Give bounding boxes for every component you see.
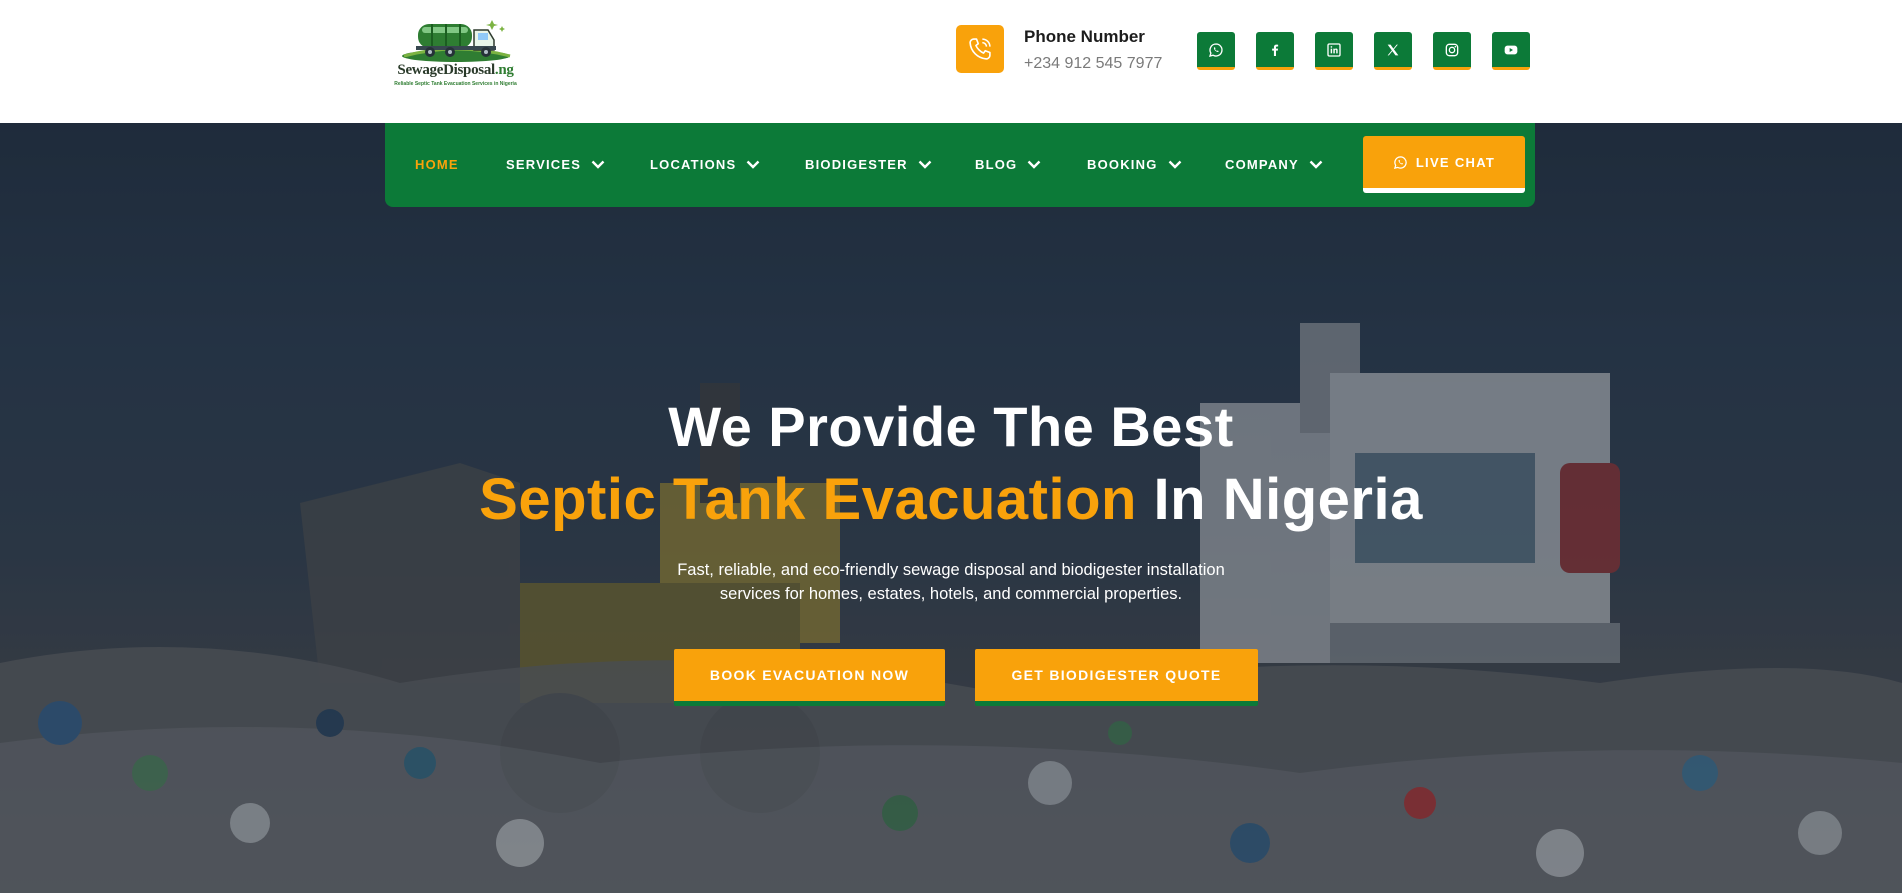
septic-truck-logo-icon (402, 20, 511, 62)
whatsapp-link[interactable] (1197, 32, 1235, 70)
nav-item-booking[interactable]: BOOKING (1087, 157, 1182, 172)
linkedin-link[interactable] (1315, 32, 1353, 70)
whatsapp-icon (1393, 155, 1407, 169)
instagram-icon (1445, 43, 1459, 56)
biodigester-quote-button[interactable]: GET BIODIGESTER QUOTE (975, 649, 1258, 706)
nav-item-locations[interactable]: LOCATIONS (650, 157, 760, 172)
linkedin-icon (1327, 42, 1341, 57)
hero-subtitle: Fast, reliable, and eco-friendly sewage … (677, 561, 1225, 603)
phone-label: Phone Number (1024, 27, 1145, 46)
x-twitter-icon (1387, 44, 1399, 55)
chevron-down-icon (1168, 160, 1181, 169)
youtube-icon (1504, 45, 1518, 54)
whatsapp-icon (1209, 42, 1223, 57)
youtube-link[interactable] (1492, 32, 1530, 70)
phone-icon-box[interactable] (956, 25, 1004, 73)
phone-icon (969, 38, 991, 60)
facebook-link[interactable] (1256, 32, 1294, 70)
nav-item-home[interactable]: HOME (415, 157, 459, 172)
hero-section: We Provide The Best Septic Tank Evacuati… (0, 123, 1902, 893)
site-logo[interactable]: SewageDisposal.ng Reliable Septic Tank E… (388, 12, 523, 92)
hero-headline-line2: Septic Tank Evacuation In Nigeria (0, 466, 1902, 533)
logo-tagline: Reliable Septic Tank Evacuation Services… (394, 81, 517, 87)
live-chat-label: LIVE CHAT (1415, 154, 1496, 170)
top-header: SewageDisposal.ng Reliable Septic Tank E… (0, 0, 1902, 123)
hero-headline-accent: Septic Tank Evacuation (479, 467, 1137, 532)
nav-item-blog[interactable]: BLOG (975, 157, 1041, 172)
hero-headline-rest: In Nigeria (1136, 467, 1423, 532)
nav-item-services[interactable]: SERVICES (506, 157, 605, 172)
phone-number[interactable]: +234 912 545 7977 (1024, 55, 1162, 73)
nav-item-company[interactable]: COMPANY (1225, 157, 1323, 172)
chevron-down-icon (1309, 160, 1323, 169)
social-links (1197, 32, 1530, 70)
x-twitter-link[interactable] (1374, 32, 1412, 70)
live-chat-button[interactable]: LIVE CHAT (1363, 136, 1525, 193)
instagram-link[interactable] (1433, 32, 1471, 70)
chevron-down-icon (918, 160, 932, 169)
chevron-down-icon (1028, 160, 1041, 169)
chevron-down-icon (591, 160, 605, 169)
hero-headline-line1: We Provide The Best (668, 395, 1234, 458)
chevron-down-icon (747, 160, 760, 169)
book-evacuation-button[interactable]: BOOK EVACUATION NOW (674, 649, 945, 706)
facebook-icon (1272, 44, 1279, 56)
logo-wordmark: SewageDisposal.ng (397, 62, 514, 78)
nav-item-biodigester[interactable]: BIODIGESTER (805, 157, 932, 172)
